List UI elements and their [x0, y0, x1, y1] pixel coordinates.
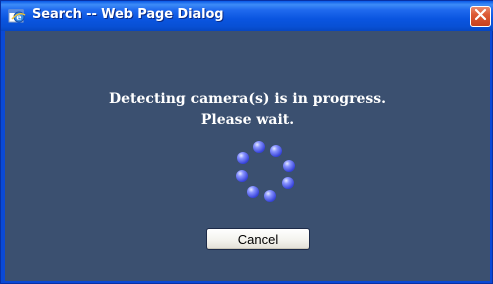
title-bar[interactable]: e Search -- Web Page Dialog [1, 1, 493, 31]
ie-dialog-icon: e [8, 7, 26, 25]
dialog-window: e Search -- Web Page Dialog Detecting ca… [0, 0, 493, 284]
spinner-dot [237, 152, 249, 164]
spinner-dot [264, 190, 276, 202]
spinner-dot [236, 170, 248, 182]
loading-spinner-icon [233, 139, 299, 205]
spinner-dot [283, 160, 295, 172]
window-title: Search -- Web Page Dialog [32, 7, 224, 22]
spinner-dot [253, 141, 265, 153]
wait-message: Please wait. [200, 112, 295, 128]
dialog-body: Detecting camera(s) is in progress. Plea… [5, 31, 490, 281]
spinner-dot [247, 186, 259, 198]
close-icon [474, 8, 487, 26]
progress-message: Detecting camera(s) is in progress. [109, 91, 386, 107]
close-button[interactable] [470, 6, 491, 27]
cancel-button[interactable]: Cancel [206, 228, 310, 250]
spinner-dot [270, 145, 282, 157]
spinner-dot [282, 177, 294, 189]
